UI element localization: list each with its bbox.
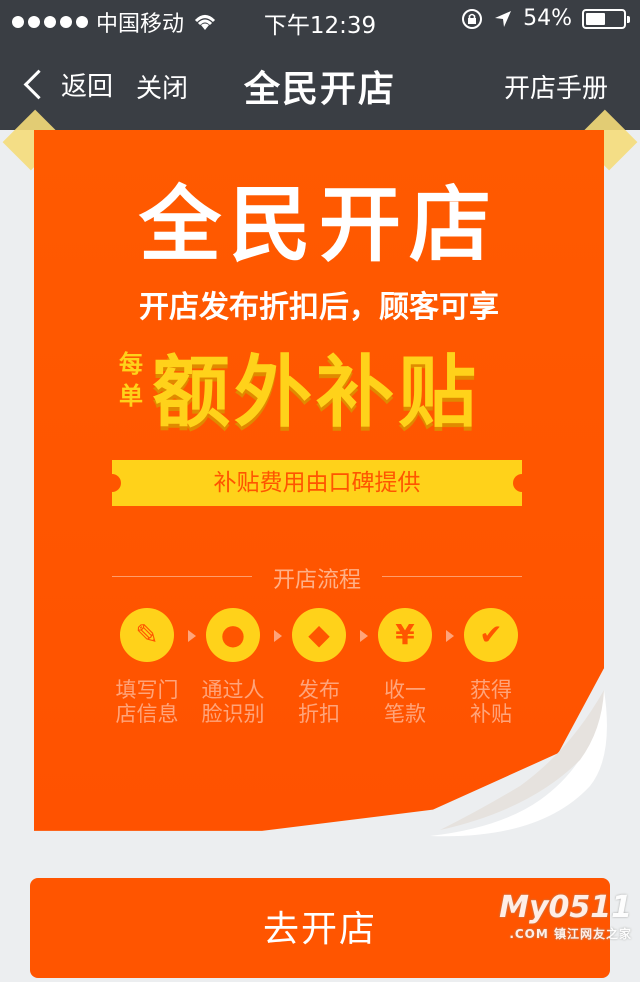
step-arrow-icon bbox=[188, 630, 196, 642]
poster-headline: 额外补贴 bbox=[152, 348, 481, 438]
manual-link[interactable]: 开店手册 bbox=[504, 68, 608, 105]
step-arrow-icon bbox=[360, 630, 368, 642]
tag-icon: ◆ bbox=[292, 608, 346, 662]
rotation-lock-icon bbox=[462, 8, 483, 29]
check-icon: ✔ bbox=[464, 608, 518, 662]
flow-divider-right bbox=[382, 576, 522, 577]
step-label: 通过人 脸识别 bbox=[201, 678, 265, 726]
battery-icon bbox=[582, 8, 630, 29]
status-bar: 中国移动 下午12:39 54% bbox=[0, 0, 640, 40]
person-icon: ● bbox=[206, 608, 260, 662]
battery-percent: 54% bbox=[523, 6, 572, 31]
location-arrow-icon bbox=[495, 10, 512, 27]
battery-fill bbox=[586, 12, 605, 25]
per-order-label: 每单 bbox=[119, 350, 143, 410]
step-arrow-icon bbox=[446, 630, 454, 642]
page-curl bbox=[430, 690, 607, 837]
watermark-sub: .COM 镇江网友之家 bbox=[509, 927, 632, 941]
status-right: 54% bbox=[461, 6, 630, 31]
pencil-icon: ✎ bbox=[120, 608, 174, 662]
top-bar: 中国移动 下午12:39 54% 返回 关闭 全民开店 开店手册 bbox=[0, 0, 640, 130]
subsidy-ribbon: 补贴费用由口碑提供 bbox=[103, 460, 531, 506]
flow-title: 开店流程 bbox=[272, 568, 361, 593]
step-arrow-icon bbox=[274, 630, 282, 642]
step-fill-store-info: ✎ 填写门 店信息 bbox=[112, 608, 182, 726]
step-publish-discount: ◆ 发布 折扣 bbox=[284, 608, 354, 726]
step-label: 发布 折扣 bbox=[298, 678, 340, 726]
yen-icon: ¥ bbox=[378, 608, 432, 662]
nav-bar: 返回 关闭 全民开店 开店手册 bbox=[0, 40, 640, 130]
watermark: My0511 .COM 镇江网友之家 bbox=[499, 890, 632, 942]
poster-logo: 全民开店 bbox=[138, 178, 499, 273]
poster-subtitle: 开店发布折扣后，顾客可享 bbox=[139, 290, 499, 325]
flow-header: 开店流程 bbox=[112, 562, 522, 593]
step-face-recognition: ● 通过人 脸识别 bbox=[198, 608, 268, 726]
watermark-brand: My0511 bbox=[499, 890, 632, 925]
step-label: 填写门 店信息 bbox=[115, 678, 179, 726]
